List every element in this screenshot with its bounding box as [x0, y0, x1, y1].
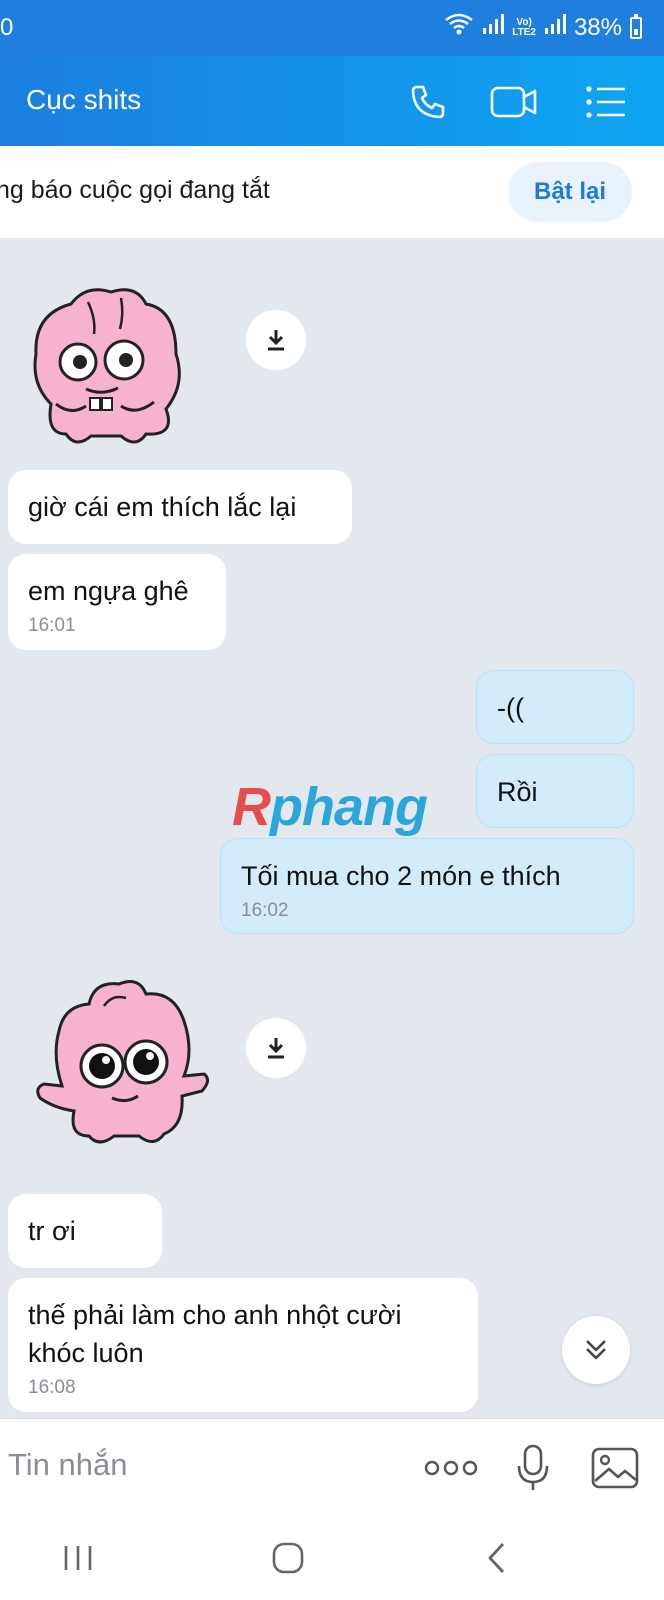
message-text: em ngựa ghê [28, 576, 189, 606]
microphone-icon[interactable] [506, 1441, 560, 1495]
message-time: 16:08 [28, 1377, 76, 1398]
notice-text: ng báo cuộc gọi đang tắt [0, 176, 270, 204]
download-icon[interactable] [246, 310, 306, 370]
message-text: thế phải làm cho anh nhột cười khóc luôn [28, 1300, 402, 1368]
more-options-icon[interactable] [424, 1441, 478, 1495]
video-call-icon[interactable] [490, 78, 538, 126]
status-time: 0 [0, 14, 14, 41]
message-text: Tối mua cho 2 món e thích [241, 861, 561, 891]
status-icons: Vo) LTE2 38% [444, 12, 642, 43]
message-bubble-outgoing[interactable]: -(( [476, 670, 634, 744]
message-bubble-outgoing[interactable]: Rồi [476, 754, 634, 828]
re-enable-button[interactable]: Bật lại [508, 162, 632, 222]
message-text: tr ơi [28, 1216, 76, 1246]
message-bubble-incoming[interactable]: thế phải làm cho anh nhột cười khóc luôn… [8, 1278, 478, 1412]
download-icon[interactable] [246, 1018, 306, 1078]
pink-bunny-sticker[interactable] [34, 976, 214, 1161]
system-nav-bar [0, 1514, 664, 1600]
double-chevron-down-icon [586, 1340, 606, 1360]
chat-messages[interactable]: giờ cái em thích lắc lại em ngựa ghê 16:… [0, 238, 664, 1418]
message-bubble-incoming[interactable]: tr ơi [8, 1194, 162, 1268]
phone-icon[interactable] [404, 78, 452, 126]
home-icon[interactable] [258, 1528, 318, 1588]
call-notification-banner: ng báo cuộc gọi đang tắt Bật lại [0, 146, 664, 238]
message-time: 16:02 [241, 900, 289, 921]
wifi-icon [444, 12, 474, 43]
message-bubble-incoming[interactable]: giờ cái em thích lắc lại [8, 470, 352, 544]
battery-icon [630, 13, 642, 39]
message-input-bar: Tin nhắn [0, 1418, 664, 1514]
signal-icon [482, 13, 505, 42]
message-bubble-outgoing[interactable]: Tối mua cho 2 món e thích 16:02 [220, 838, 634, 934]
message-bubble-incoming[interactable]: em ngựa ghê 16:01 [8, 554, 226, 650]
back-icon[interactable] [466, 1528, 526, 1588]
chat-header: Cục shits [0, 56, 664, 146]
recent-apps-icon[interactable] [48, 1528, 108, 1588]
menu-list-icon[interactable] [582, 78, 630, 126]
status-bar: 0 Vo) LTE2 38% [0, 0, 664, 56]
watermark-logo: Rphang [232, 777, 428, 837]
volte-indicator: Vo) LTE2 [512, 16, 536, 38]
image-icon[interactable] [588, 1441, 642, 1495]
battery-percent: 38% [573, 13, 622, 41]
pink-bunny-sticker[interactable] [26, 284, 196, 459]
message-input[interactable]: Tin nhắn [8, 1447, 128, 1483]
message-text: giờ cái em thích lắc lại [28, 492, 297, 522]
signal-icon-2 [544, 13, 566, 42]
message-text: Rồi [497, 777, 538, 807]
message-time: 16:01 [28, 615, 76, 636]
message-text: -(( [497, 693, 524, 723]
chat-title[interactable]: Cục shits [26, 84, 141, 116]
scroll-to-bottom-button[interactable] [562, 1316, 630, 1384]
